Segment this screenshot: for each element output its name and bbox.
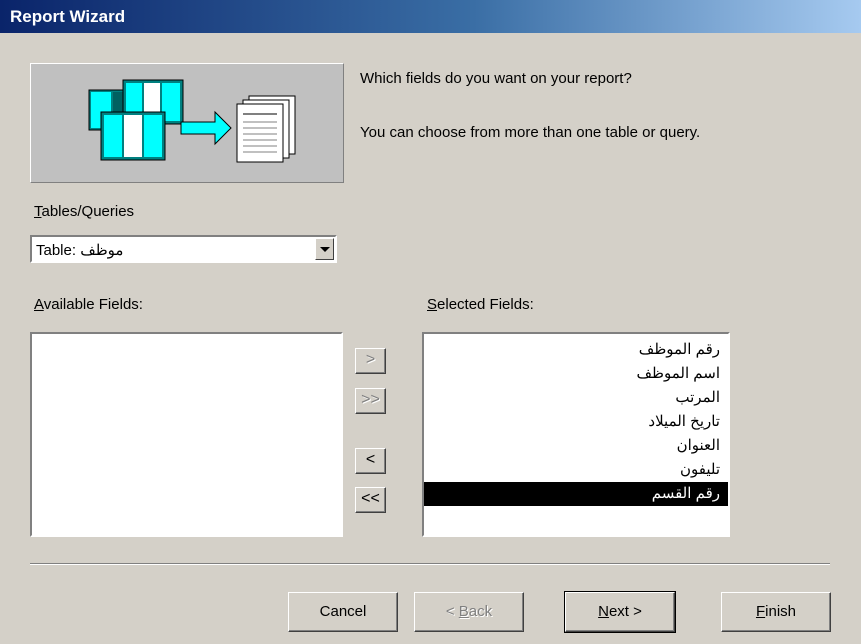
list-item-selected[interactable]: رقم القسم <box>424 482 728 506</box>
tables-queries-value: Table: موظف <box>36 242 124 259</box>
list-item[interactable]: تاريخ الميلاد <box>424 410 728 434</box>
tables-queries-label: Tables/Queries <box>34 203 135 220</box>
prompt-question: Which fields do you want on your report? <box>360 70 632 87</box>
available-fields-label: Available Fields: <box>34 296 143 313</box>
list-item[interactable]: اسم الموظف <box>424 362 728 386</box>
tables-to-report-icon <box>88 79 296 163</box>
prompt-hint: You can choose from more than one table … <box>360 124 701 141</box>
back-button[interactable]: < Back <box>414 592 524 632</box>
tables-icon <box>88 79 184 161</box>
window-title: Report Wizard <box>10 7 126 26</box>
next-button[interactable]: Next > <box>564 591 676 633</box>
tables-queries-dropdown[interactable]: Table: موظف <box>30 235 337 263</box>
add-all-fields-button[interactable]: >> <box>355 388 386 414</box>
add-field-button[interactable]: > <box>355 348 386 374</box>
dropdown-arrow-icon[interactable] <box>315 238 334 260</box>
list-item[interactable]: رقم الموظف <box>424 338 728 362</box>
title-bar: Report Wizard <box>0 0 861 33</box>
wizard-illustration <box>30 63 344 183</box>
list-item[interactable]: تليفون <box>424 458 728 482</box>
selected-fields-label: Selected Fields: <box>427 296 534 313</box>
list-item[interactable]: العنوان <box>424 434 728 458</box>
cancel-button[interactable]: Cancel <box>288 592 398 632</box>
separator <box>30 563 830 565</box>
available-fields-list[interactable] <box>30 332 343 537</box>
list-item[interactable]: المرتب <box>424 386 728 410</box>
remove-all-fields-button[interactable]: << <box>355 487 386 513</box>
finish-button[interactable]: Finish <box>721 592 831 632</box>
arrow-right-icon <box>180 110 232 146</box>
selected-fields-list[interactable]: رقم الموظف اسم الموظف المرتب تاريخ الميل… <box>422 332 730 537</box>
remove-field-button[interactable]: < <box>355 448 386 474</box>
report-pages-icon <box>236 95 296 163</box>
